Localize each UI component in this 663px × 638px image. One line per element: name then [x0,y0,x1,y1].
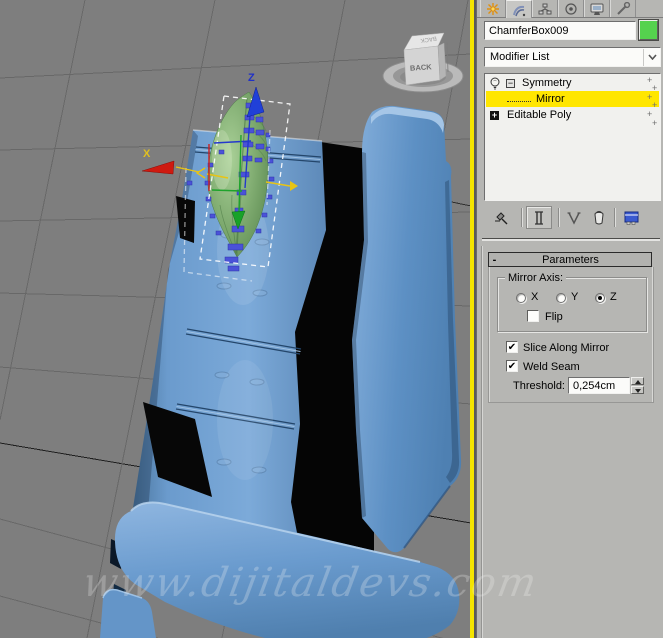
pin-stack-button[interactable] [489,206,513,229]
stack-grip-mark: + [652,118,658,128]
parameters-rollout-header[interactable]: - Parameters [488,252,652,267]
stack-grip-mark: + [652,100,658,110]
tab-utilities[interactable] [610,0,636,17]
slice-along-mirror-checkbox[interactable]: ✔ [506,341,518,353]
spinner-down-icon[interactable] [631,386,644,394]
stack-item-mirror[interactable]: Mirror [486,91,659,107]
remove-modifier-button[interactable] [588,206,610,229]
radio-axis-z-label[interactable]: Z [610,291,617,303]
flip-label[interactable]: Flip [545,311,563,323]
radio-axis-y-label[interactable]: Y [571,291,578,303]
radio-axis-y[interactable] [556,293,566,303]
toolbar-separator [558,208,559,227]
threshold-field[interactable]: 0,254cm [568,377,630,394]
weld-seam-label[interactable]: Weld Seam [523,361,580,373]
object-color-swatch[interactable] [638,19,659,41]
rollout-title: Parameters [542,253,599,266]
rollout-scroll-track[interactable] [481,246,482,638]
stack-grip-mark: + [652,83,658,93]
tab-hierarchy[interactable] [532,0,558,17]
stack-item-symmetry[interactable]: − Symmetry [486,75,659,91]
gizmo-x-label: X [143,148,151,160]
stack-item-label[interactable]: Symmetry [519,77,572,89]
display-icon [590,3,604,15]
make-unique-icon [567,211,581,225]
threshold-label: Threshold: [513,380,565,392]
modifier-list-value: Modifier List [490,51,550,63]
create-icon [487,2,499,15]
object-name-field[interactable] [484,21,636,40]
stack-item-label[interactable]: Editable Poly [504,109,571,121]
tab-motion[interactable] [558,0,584,17]
panel-divider [482,238,660,241]
radio-axis-x-label[interactable]: X [531,291,538,303]
rollout-collapse-icon[interactable]: - [489,254,500,266]
stack-item-label[interactable]: Mirror [533,93,565,105]
mirror-axis-group: Mirror Axis: X Y Z Flip [497,272,647,332]
toolbar-separator [521,208,522,227]
radio-axis-x[interactable] [516,293,526,303]
configure-modifier-sets-icon [624,211,639,225]
pin-stack-icon [495,211,508,224]
modifier-stack[interactable]: − Symmetry Mirror + Editable Poly + + + … [484,73,661,201]
lightbulb-icon[interactable] [489,77,501,90]
hierarchy-icon [538,3,552,14]
command-panel: Modifier List − Symmetry Mirror + [476,0,663,638]
motion-icon [565,2,577,15]
gizmo-z-label: Z [248,72,255,84]
parameters-rollout-body: Mirror Axis: X Y Z Flip ✔ Slice Along Mi… [488,267,654,403]
chevron-down-icon[interactable] [643,48,660,66]
stack-item-editable-poly[interactable]: + Editable Poly [486,107,659,123]
slice-along-mirror-label[interactable]: Slice Along Mirror [523,342,609,354]
stack-tree-line [507,100,531,102]
mirror-axis-label: Mirror Axis: [505,272,566,284]
gizmo-edge-green[interactable] [211,189,243,192]
modifier-list-dropdown[interactable]: Modifier List [484,47,661,67]
viewcube-back-label[interactable]: BACK [410,62,433,73]
radio-axis-z[interactable] [595,293,605,303]
threshold-spinner [631,377,644,394]
viewport-3d[interactable]: X Z BACK BACK [0,0,471,638]
make-unique-button[interactable] [563,206,585,229]
cushion-sheen [217,360,273,480]
collapse-box-icon[interactable]: − [506,78,515,88]
toolbar-separator [614,208,615,227]
command-panel-tabs [477,0,663,18]
max-window: X Z BACK BACK ChamferBox009 Modifier Lis… [0,0,663,638]
modify-icon [513,5,526,16]
sofa-back-slab [352,105,462,553]
tab-create[interactable] [480,0,506,17]
weld-seam-checkbox[interactable]: ✔ [506,360,518,372]
spinner-up-icon[interactable] [631,377,644,385]
configure-modifier-sets-button[interactable] [620,206,644,229]
tab-display[interactable] [584,0,610,17]
utilities-icon [617,1,631,15]
expand-box-icon[interactable]: + [490,110,499,120]
remove-modifier-icon [594,210,604,224]
show-end-result-button[interactable] [526,206,552,229]
flip-checkbox[interactable] [527,310,539,322]
tab-modify[interactable] [506,0,532,18]
show-end-result-icon [535,210,543,225]
